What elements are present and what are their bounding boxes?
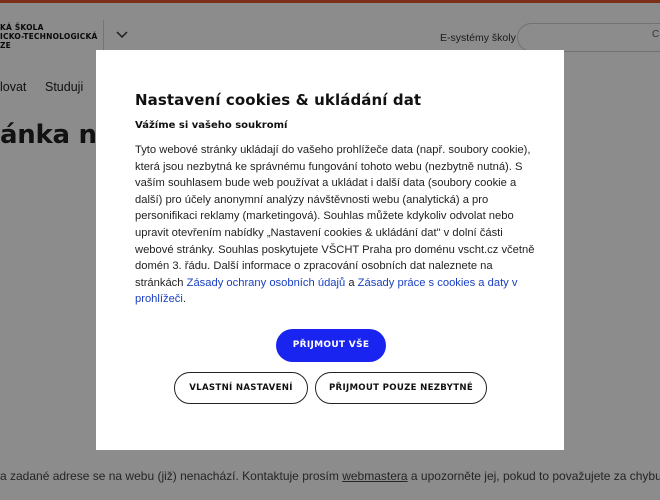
- body-text: Tyto webové stránky ukládají do vašeho p…: [135, 144, 535, 289]
- accept-all-button[interactable]: PŘIJMOUT VŠE: [276, 329, 386, 362]
- dialog-body-text: Tyto webové stránky ukládají do vašeho p…: [135, 142, 535, 308]
- custom-settings-button[interactable]: VLASTNÍ NASTAVENÍ: [174, 372, 308, 404]
- cookie-consent-dialog: Nastavení cookies & ukládání dat Vážíme …: [96, 50, 564, 450]
- dialog-subtitle: Vážíme si vašeho soukromí: [135, 120, 288, 131]
- privacy-policy-link[interactable]: Zásady ochrany osobních údajů: [187, 277, 346, 289]
- dialog-title: Nastavení cookies & ukládání dat: [135, 91, 422, 109]
- body-joiner: a: [345, 276, 358, 289]
- body-end: .: [182, 293, 186, 306]
- accept-necessary-button[interactable]: PŘIJMOUT POUZE NEZBYTNÉ: [315, 372, 487, 404]
